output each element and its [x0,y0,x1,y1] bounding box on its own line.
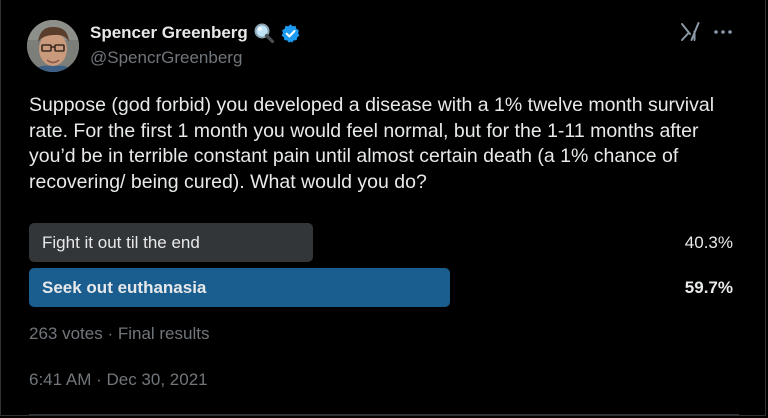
grok-button[interactable] [679,20,703,44]
tweet-text: Suppose (god forbid) you developed a dis… [29,94,715,193]
author-name-row[interactable]: Spencer Greenberg [90,22,301,44]
tweet-card: Spencer Greenberg @SpencrGreenberg Suppo… [0,0,766,416]
grok-icon [681,22,700,41]
avatar-photo-icon [27,20,79,72]
poll-option-2-percent: 59.7% [684,278,733,297]
avatar[interactable] [27,20,79,72]
more-button[interactable] [711,20,735,44]
author-display-name[interactable]: Spencer Greenberg [90,23,248,43]
magnifier-emoji-icon [253,22,275,44]
poll-option-1-percent: 40.3% [684,233,733,252]
poll-option-2-label: Seek out euthanasia [42,278,207,297]
verified-badge-icon[interactable] [280,23,301,44]
tweet-timestamp[interactable]: 6:41 AM · Dec 30, 2021 [29,370,208,390]
divider [29,414,739,415]
poll-results-summary: 263 votes · Final results [29,324,210,343]
poll-option-1-label: Fight it out til the end [42,233,200,252]
author-handle[interactable]: @SpencrGreenberg [90,48,242,68]
more-icon [714,30,732,34]
